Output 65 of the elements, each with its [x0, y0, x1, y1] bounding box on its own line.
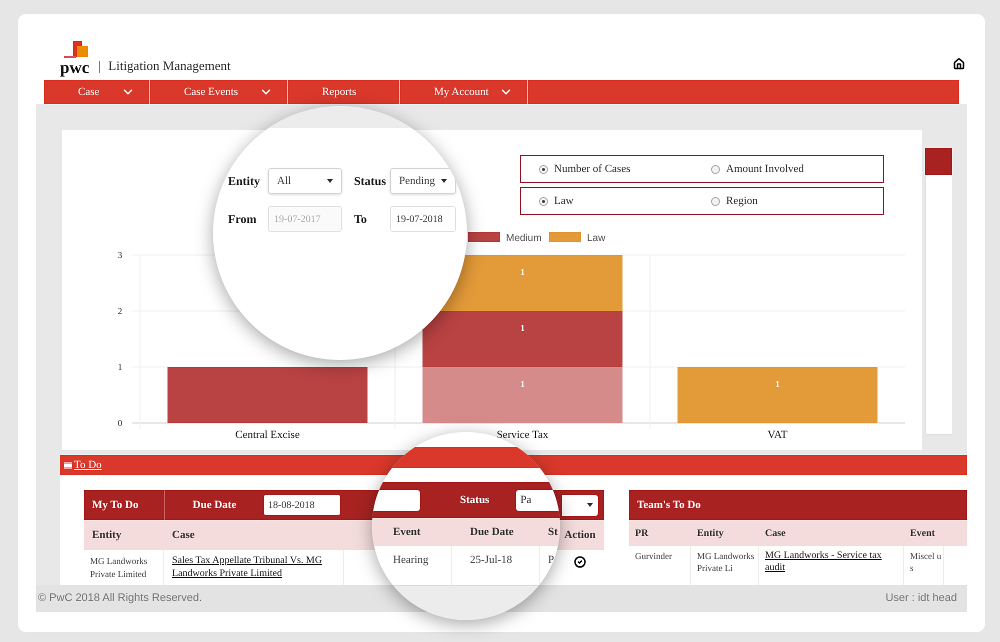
category-label: Service Tax: [496, 429, 548, 441]
filter-label: Status: [353, 173, 388, 190]
category-label: Central Excise: [235, 429, 300, 441]
check-circle-icon[interactable]: [574, 556, 586, 568]
copyright-text: © PwC 2018 All Rights Reserved.: [38, 591, 202, 606]
select-field[interactable]: Pending: [390, 168, 456, 194]
date-field[interactable]: 18-08-2018: [264, 495, 340, 515]
caret-icon: [327, 179, 333, 183]
column-header: Due Date: [469, 524, 515, 540]
column-header: St: [547, 524, 558, 540]
legend-label: Medium: [506, 233, 542, 244]
legend-label: Law: [587, 233, 606, 244]
axis-tick-label: 2: [118, 306, 122, 316]
logo-text: pwc: [60, 59, 90, 76]
radio-label: Region: [726, 194, 758, 209]
axis-tick-label: 0: [118, 418, 122, 428]
caret-icon: [587, 503, 593, 507]
column-header: Case: [764, 526, 787, 540]
data-label: 1: [520, 267, 525, 277]
axis-tick-label: 1: [118, 362, 122, 372]
user-label: User : idt head: [885, 591, 958, 606]
select-field[interactable]: All: [268, 168, 342, 194]
radio-label: Law: [554, 194, 574, 209]
legend-swatch: [549, 232, 581, 242]
table-cell: P: [540, 546, 560, 585]
date-field[interactable]: 19-07-2018: [390, 206, 456, 232]
radio-button[interactable]: [539, 164, 548, 174]
column-header: Entity: [696, 526, 725, 540]
axis-tick-label: 3: [118, 250, 122, 260]
table-title: Team's To Do: [637, 498, 701, 513]
legend-swatch: [468, 232, 500, 242]
column-header: Event: [909, 526, 936, 540]
category-label: VAT: [768, 429, 788, 441]
radio-button[interactable]: [711, 196, 720, 206]
column-header: Case: [171, 528, 196, 543]
data-label: 1: [775, 379, 780, 389]
app-title: Litigation Management: [108, 56, 231, 75]
column-header: Entity: [91, 528, 122, 543]
caret-icon: [441, 179, 447, 183]
table-cell: Hearing: [372, 546, 452, 585]
data-label: 1: [520, 379, 525, 389]
logo-icon: [62, 41, 88, 59]
case-link[interactable]: MG Landworks - Service tax audit: [765, 550, 903, 574]
select-field[interactable]: [562, 494, 598, 516]
list-icon: [64, 462, 72, 468]
to-do-link[interactable]: To Do: [74, 456, 102, 474]
filter-label: Entity: [228, 173, 262, 190]
data-label: 1: [520, 323, 525, 333]
column-header: PR: [634, 526, 650, 540]
radio-button[interactable]: [711, 164, 720, 174]
select-field[interactable]: Pa: [516, 490, 560, 510]
radio-button[interactable]: [539, 196, 548, 206]
filter-label: To: [353, 211, 368, 228]
home-icon[interactable]: [953, 58, 965, 70]
column-header: Event: [392, 524, 422, 540]
column-header: Status: [460, 492, 490, 508]
radio-label: Amount Involved: [726, 162, 804, 177]
filter-label: From: [228, 211, 258, 228]
case-link[interactable]: Sales Tax Appellate Tribunal Vs. MG Landworks Private Limited: [172, 554, 343, 580]
table-cell: 25-Jul-18: [452, 546, 540, 585]
column-header: Action: [563, 528, 597, 543]
radio-label: Number of Cases: [554, 162, 630, 177]
table-title: My To Do: [91, 498, 140, 513]
date-field[interactable]: [372, 490, 420, 510]
side-panel-header: [925, 148, 952, 175]
